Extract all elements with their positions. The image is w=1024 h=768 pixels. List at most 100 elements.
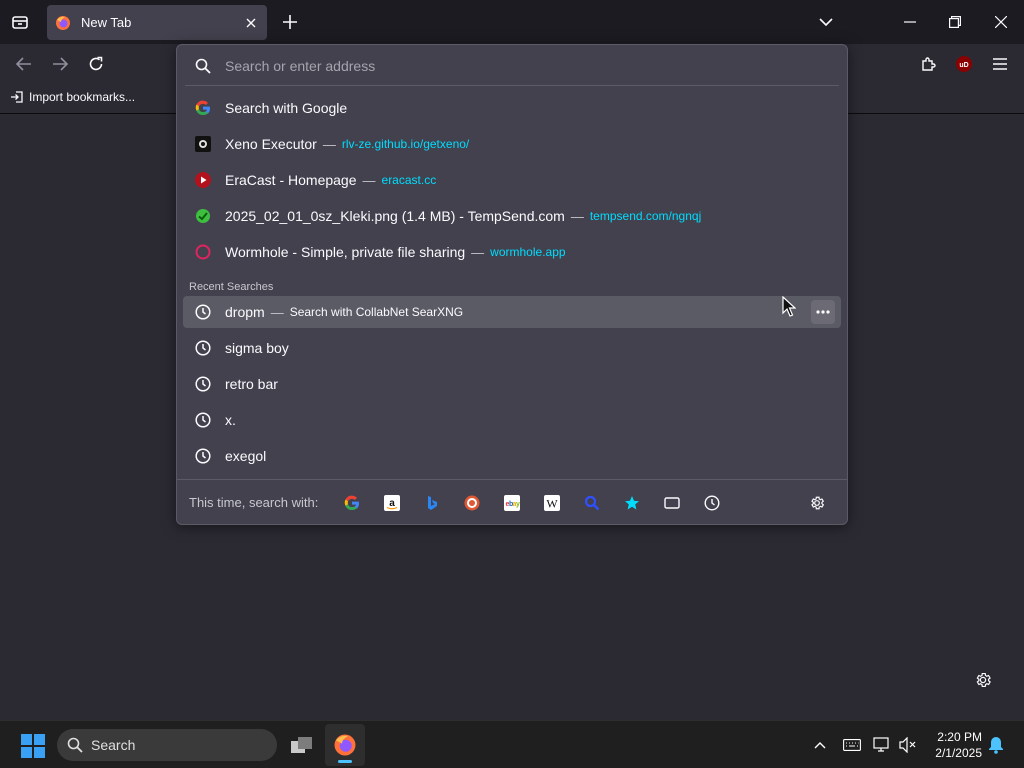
- urlbar-popup: Search with Google Xeno Executor — rlv-z…: [176, 44, 848, 525]
- google-icon: [195, 100, 211, 116]
- urlbar-input[interactable]: [225, 58, 805, 74]
- recent-search-text: x.: [225, 412, 236, 428]
- eracast-icon: [195, 172, 211, 188]
- mouse-cursor-icon: [782, 295, 797, 323]
- close-tab-icon[interactable]: [243, 15, 259, 31]
- wormhole-icon: [195, 244, 211, 260]
- history-icon[interactable]: [692, 489, 732, 517]
- windows-start-icon[interactable]: [20, 733, 46, 759]
- import-bookmarks-button[interactable]: Import bookmarks...: [10, 90, 135, 104]
- result-url: tempsend.com/ngnqj: [589, 209, 702, 223]
- recent-search-item[interactable]: sigma boy: [183, 332, 841, 364]
- recent-searches-heading: Recent Searches: [189, 281, 274, 293]
- result-url: rlv-ze.github.io/getxeno/: [341, 137, 470, 151]
- svg-text:a: a: [390, 498, 396, 509]
- amazon-icon[interactable]: a: [372, 489, 412, 517]
- history-clock-icon: [195, 340, 211, 356]
- firefox-tab-icon: [55, 15, 71, 31]
- recent-search-item[interactable]: retro bar: [183, 368, 841, 400]
- network-icon[interactable]: [872, 735, 892, 755]
- bookmarks-star-icon[interactable]: [612, 489, 652, 517]
- clock-time: 2:20 PM: [937, 730, 982, 744]
- restore-icon[interactable]: [945, 12, 965, 32]
- firefox-taskbar-icon[interactable]: [325, 724, 365, 766]
- svg-text:y: y: [516, 501, 520, 508]
- forward-arrow-icon[interactable]: [50, 54, 70, 74]
- history-clock-icon: [195, 448, 211, 464]
- result-menu-button[interactable]: [811, 300, 835, 324]
- chevron-up-icon[interactable]: [810, 735, 830, 755]
- search-icon: [195, 58, 211, 74]
- volume-muted-icon[interactable]: [898, 735, 918, 755]
- wikipedia-icon[interactable]: W: [532, 489, 572, 517]
- taskbar-search-box[interactable]: Search: [57, 729, 277, 761]
- result-wormhole[interactable]: Wormhole - Simple, private file sharing …: [183, 236, 841, 268]
- import-bookmarks-label: Import bookmarks...: [29, 90, 136, 104]
- result-dash: —: [362, 172, 376, 188]
- task-view-icon[interactable]: [288, 731, 316, 759]
- newtab-settings-gear-icon[interactable]: [972, 669, 994, 691]
- import-icon: [10, 90, 24, 104]
- system-clock[interactable]: 2:20 PM 2/1/2025: [920, 729, 982, 761]
- search-with-label: This time, search with:: [189, 495, 319, 510]
- tab-title: New Tab: [81, 15, 132, 30]
- result-title: 2025_02_01_0sz_Kleki.png (1.4 MB) - Temp…: [225, 208, 565, 224]
- extensions-puzzle-icon[interactable]: [918, 54, 938, 74]
- result-xeno-executor[interactable]: Xeno Executor — rlv-ze.github.io/getxeno…: [183, 128, 841, 160]
- taskbar: Search 2:20 PM 2/1/2025: [0, 720, 1024, 768]
- firefox-view-icon[interactable]: [10, 12, 30, 32]
- result-url: eracast.cc: [381, 173, 437, 187]
- search-settings-gear-icon[interactable]: [797, 489, 837, 517]
- result-dash: —: [270, 304, 284, 320]
- svg-text:W: W: [547, 496, 559, 510]
- ebay-icon[interactable]: ebay: [492, 489, 532, 517]
- result-tempsend[interactable]: 2025_02_01_0sz_Kleki.png (1.4 MB) - Temp…: [183, 200, 841, 232]
- result-title: Search with Google: [225, 100, 348, 116]
- recent-search-item[interactable]: dropm — Search with CollabNet SearXNG: [183, 296, 841, 328]
- list-all-tabs-chevron-icon[interactable]: [816, 12, 836, 32]
- taskbar-search-label: Search: [91, 737, 136, 753]
- minimize-icon[interactable]: [900, 12, 920, 32]
- history-clock-icon: [195, 304, 211, 320]
- hamburger-menu-icon[interactable]: [990, 54, 1010, 74]
- recent-search-text: exegol: [225, 448, 267, 464]
- close-window-icon[interactable]: [991, 12, 1011, 32]
- bing-icon[interactable]: [412, 489, 452, 517]
- notification-bell-icon[interactable]: [986, 735, 1006, 755]
- result-search-google[interactable]: Search with Google: [183, 92, 841, 124]
- history-clock-icon: [195, 376, 211, 392]
- result-title: Xeno Executor: [225, 136, 317, 152]
- searxng-icon[interactable]: [572, 489, 612, 517]
- xeno-icon: [195, 136, 211, 152]
- recent-search-item[interactable]: x.: [183, 404, 841, 436]
- result-title: EraCast - Homepage: [225, 172, 357, 188]
- recent-search-text: retro bar: [225, 376, 278, 392]
- tab-new-tab[interactable]: New Tab: [47, 5, 267, 40]
- divider: [185, 85, 839, 86]
- result-dash: —: [570, 208, 584, 224]
- history-clock-icon: [195, 412, 211, 428]
- ublock-origin-icon[interactable]: uD: [954, 54, 974, 74]
- google-icon[interactable]: [332, 489, 372, 517]
- tabs-icon[interactable]: [652, 489, 692, 517]
- result-title: Wormhole - Simple, private file sharing: [225, 244, 466, 260]
- recent-search-engine: Search with CollabNet SearXNG: [289, 305, 464, 319]
- keyboard-icon[interactable]: [842, 735, 862, 755]
- tempsend-icon: [195, 208, 211, 224]
- more-dots-icon: [816, 310, 830, 314]
- recent-search-text: sigma boy: [225, 340, 289, 356]
- recent-search-text: dropm: [225, 304, 265, 320]
- result-url: wormhole.app: [490, 245, 566, 259]
- new-tab-plus-icon[interactable]: [280, 12, 300, 32]
- result-dash: —: [471, 244, 485, 260]
- one-off-search-bar: This time, search with: a ebay W: [177, 479, 847, 525]
- result-eracast[interactable]: EraCast - Homepage — eracast.cc: [183, 164, 841, 196]
- result-dash: —: [322, 136, 336, 152]
- clock-date: 2/1/2025: [935, 746, 982, 760]
- tab-strip: New Tab: [0, 0, 1024, 44]
- back-arrow-icon[interactable]: [14, 54, 34, 74]
- reload-icon[interactable]: [86, 54, 106, 74]
- svg-text:uD: uD: [959, 62, 968, 69]
- recent-search-item[interactable]: exegol: [183, 440, 841, 472]
- duckduckgo-icon[interactable]: [452, 489, 492, 517]
